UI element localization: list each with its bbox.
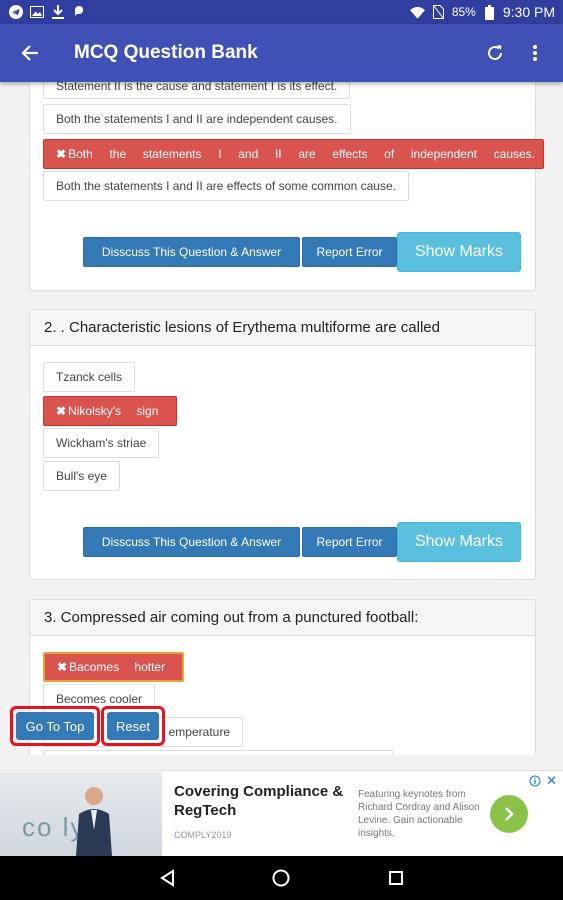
ad-image[interactable]: co ly <box>0 771 162 856</box>
more-vert-icon <box>533 45 537 61</box>
home-circle-icon <box>272 869 290 887</box>
ad-banner[interactable]: co ly Covering Compliance & RegTech COMP… <box>0 770 563 856</box>
question-title: 2. . Characteristic lesions of Erythema … <box>30 310 535 346</box>
ad-subtitle: COMPLY2019 <box>174 830 232 840</box>
discuss-button[interactable]: Disscuss This Question & Answer <box>83 237 300 267</box>
option-q1-a[interactable]: Statement II is the cause and statement … <box>43 82 351 99</box>
option-q1-c-wrong[interactable]: ✖ Both the statements I and II are effec… <box>43 139 544 169</box>
ad-info-icon[interactable] <box>529 775 541 787</box>
back-triangle-icon <box>160 869 175 887</box>
report-error-button[interactable]: Report Error <box>302 527 397 557</box>
speaker-person-icon <box>76 786 112 856</box>
ad-description: Featuring keynotes from Richard Cordray … <box>358 788 480 839</box>
question-card-2: 2. . Characteristic lesions of Erythema … <box>29 309 536 580</box>
app-bar: MCQ Question Bank <box>0 24 563 82</box>
option-q2-d[interactable]: Bull's eye <box>43 461 120 491</box>
status-bar-notifications <box>8 5 86 20</box>
telegram-icon <box>8 5 23 20</box>
download-icon <box>50 5 65 20</box>
wifi-icon <box>409 5 425 20</box>
question-title: 3. Compressed air coming out from a punc… <box>30 600 535 636</box>
option-q1-d[interactable]: Both the statements I and II are effects… <box>43 171 409 201</box>
option-q2-a[interactable]: Tzanck cells <box>43 362 136 392</box>
ad-go-button[interactable] <box>490 794 528 833</box>
back-arrow-icon <box>21 45 38 61</box>
wrong-x-icon: ✖ <box>56 147 67 161</box>
go-to-top-button[interactable]: Go To Top <box>16 712 94 740</box>
recents-square-icon <box>388 871 403 885</box>
question-list[interactable]: Statement II is the cause and statement … <box>0 82 563 755</box>
refresh-icon <box>488 45 502 60</box>
system-nav-bar <box>0 856 563 900</box>
question-card-1: Statement II is the cause and statement … <box>29 82 544 291</box>
option-q1-b[interactable]: Both the statements I and II are indepen… <box>43 104 351 134</box>
option-q3-d[interactable] <box>43 750 393 755</box>
clock: 9:30 PM <box>502 4 555 20</box>
back-button[interactable] <box>0 24 60 82</box>
image-icon <box>29 5 44 20</box>
reset-button[interactable]: Reset <box>107 712 159 740</box>
wrong-x-icon: ✖ <box>56 404 67 418</box>
option-q2-b-wrong[interactable]: ✖ Nikolsky's sign <box>43 396 177 426</box>
reset-highlight: Reset <box>101 706 165 746</box>
ad-title: Covering Compliance & RegTech <box>174 783 344 819</box>
go-to-top-highlight: Go To Top <box>10 706 100 746</box>
more-options-button[interactable] <box>515 24 555 82</box>
refresh-button[interactable] <box>475 24 515 82</box>
nav-recents-button[interactable] <box>376 858 416 898</box>
ad-title-block[interactable]: Covering Compliance & RegTech COMPLY2019 <box>174 782 350 845</box>
option-q3-a-wrong[interactable]: ✖ Bacomes hotter <box>43 652 184 682</box>
wrong-x-icon: ✖ <box>57 660 68 674</box>
show-marks-button[interactable]: Show Marks <box>397 232 521 272</box>
option-q2-c[interactable]: Wickham's striae <box>43 428 160 458</box>
status-bar-system: 85% 9:30 PM <box>409 4 555 20</box>
nav-home-button[interactable] <box>261 858 301 898</box>
ad-close-icon[interactable]: ✕ <box>546 773 557 789</box>
app-title: MCQ Question Bank <box>74 42 258 63</box>
battery-percent: 85% <box>451 5 476 19</box>
discuss-button[interactable]: Disscuss This Question & Answer <box>83 527 300 557</box>
nav-back-button[interactable] <box>147 858 187 898</box>
status-bar: 85% 9:30 PM <box>0 0 563 24</box>
report-error-button[interactable]: Report Error <box>302 237 397 267</box>
app-notification-icon <box>71 5 86 20</box>
chevron-right-icon <box>505 806 514 821</box>
no-sim-icon <box>431 5 446 20</box>
battery-icon <box>482 4 497 20</box>
show-marks-button[interactable]: Show Marks <box>397 522 521 562</box>
